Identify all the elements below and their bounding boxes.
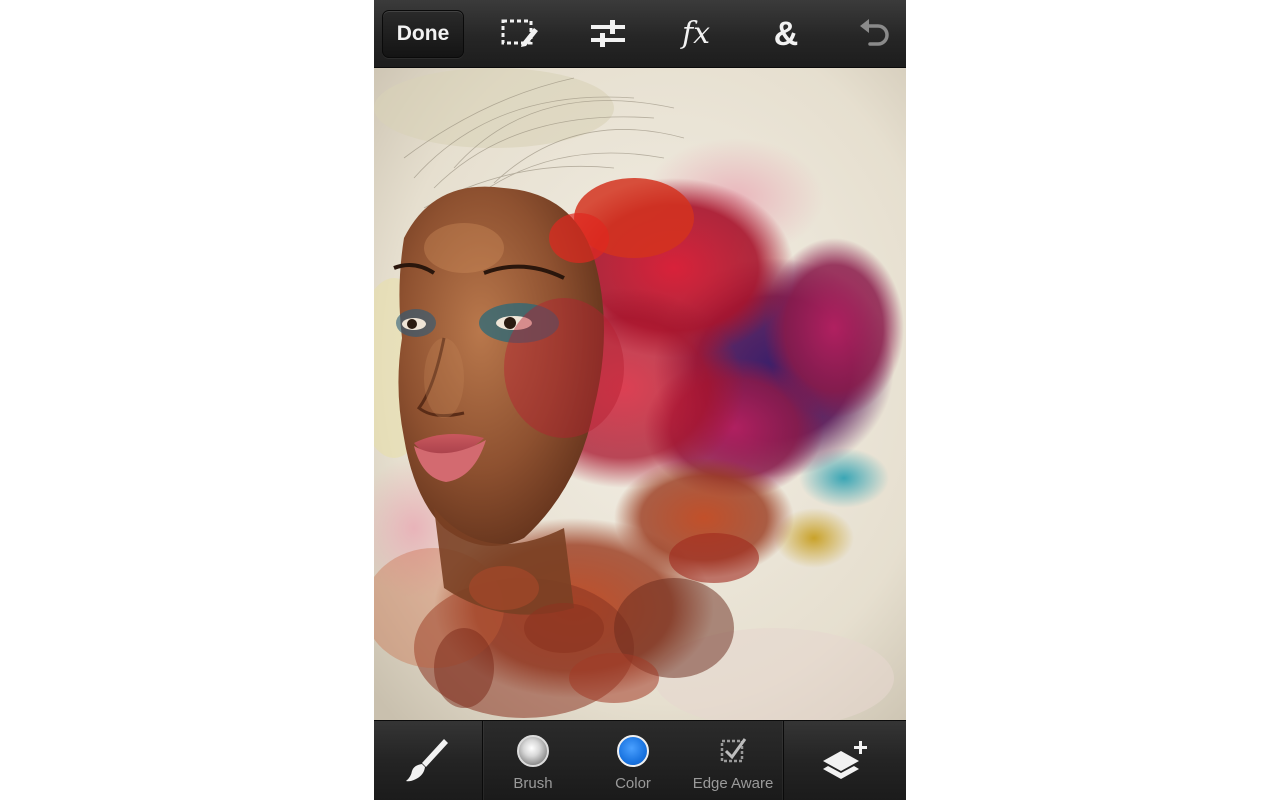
- bottom-toolbar: Brush Color Edge Aware: [374, 720, 906, 800]
- paintbrush-icon: [406, 739, 448, 782]
- selection-tool-button[interactable]: [496, 12, 544, 56]
- artwork-image: [374, 68, 906, 720]
- edge-aware-option[interactable]: Edge Aware: [683, 721, 783, 800]
- done-button[interactable]: Done: [382, 10, 464, 58]
- undo-button[interactable]: [850, 12, 898, 56]
- effects-fx-icon: fx: [681, 16, 711, 51]
- selection-tool-icon: [501, 19, 538, 47]
- brush-tool-button[interactable]: [374, 721, 482, 800]
- top-toolbar: Done fx &: [374, 0, 906, 68]
- checkbox-icon: [720, 738, 747, 763]
- brush-option-label: Brush: [513, 775, 553, 792]
- edge-aware-label: Edge Aware: [692, 775, 774, 792]
- color-option[interactable]: Color: [583, 721, 683, 800]
- add-layer-button[interactable]: [784, 721, 906, 800]
- color-swatch-icon: [617, 735, 649, 767]
- app-window: Done fx & Brush Color Edge Aware: [374, 0, 906, 800]
- undo-icon: [860, 19, 889, 46]
- brush-size-option[interactable]: Brush: [483, 721, 583, 800]
- compose-ampersand-icon: &: [773, 15, 799, 53]
- photo-canvas[interactable]: [374, 68, 906, 720]
- compose-button[interactable]: &: [762, 12, 810, 56]
- add-layer-icon: [823, 741, 867, 779]
- adjustments-sliders-icon: [591, 20, 625, 47]
- color-option-label: Color: [615, 775, 651, 792]
- brush-options-panel: Brush Color Edge Aware: [482, 721, 784, 800]
- effects-button[interactable]: fx: [672, 12, 720, 56]
- brush-size-icon: [517, 735, 549, 767]
- adjustments-button[interactable]: [584, 12, 632, 56]
